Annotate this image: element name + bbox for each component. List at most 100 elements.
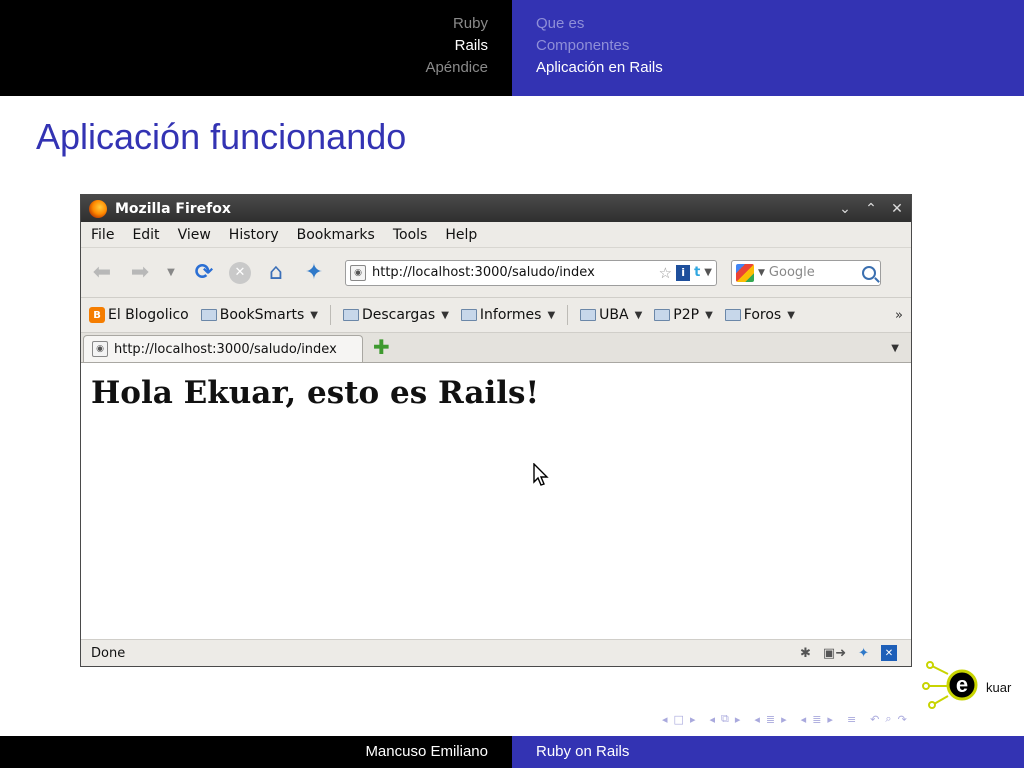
section-icon[interactable]: ≣: [812, 713, 821, 726]
section-ruby[interactable]: Ruby: [0, 13, 488, 35]
firefox-logo-icon: [89, 199, 107, 218]
chevron-down-icon: ▼: [547, 309, 556, 321]
menu-tools[interactable]: Tools: [393, 227, 428, 243]
slide-icon[interactable]: ⧉: [721, 712, 729, 726]
twitter-icon[interactable]: t: [694, 265, 700, 280]
chevron-up-icon[interactable]: ⌃: [865, 201, 877, 217]
new-tab-button[interactable]: ✚: [373, 335, 390, 359]
chevron-down-icon: ▼: [310, 309, 318, 321]
home-button[interactable]: ⌂: [263, 260, 289, 286]
folder-icon: [654, 309, 671, 321]
bookmark-star-icon[interactable]: ☆: [659, 264, 672, 282]
page-favicon-icon: ◉: [92, 341, 108, 357]
section-rails[interactable]: Rails: [0, 35, 488, 57]
tab-active[interactable]: ◉ http://localhost:3000/saludo/index: [83, 335, 363, 362]
chevron-down-icon[interactable]: ⌄: [839, 201, 851, 217]
delicious-icon[interactable]: ✕: [881, 645, 897, 661]
url-input[interactable]: http://localhost:3000/saludo/index: [372, 265, 659, 280]
section-nav: Ruby Rails Apéndice: [0, 0, 512, 96]
bookmark-separator: [329, 305, 331, 325]
subsection-aplicacion[interactable]: Aplicación en Rails: [536, 57, 1024, 79]
document-icon[interactable]: ≡: [847, 713, 856, 726]
bookmarks-overflow-button[interactable]: »: [895, 308, 903, 323]
google-icon[interactable]: [736, 263, 754, 282]
bookmark-descargas[interactable]: Descargas ▼: [342, 307, 449, 323]
status-bar: Done ✱ ▣➜ ✦ ✕: [81, 639, 911, 666]
url-dropdown-icon[interactable]: ▼: [704, 267, 712, 278]
logo-letter: e: [956, 672, 968, 697]
bird-addon-icon[interactable]: ✦: [858, 646, 869, 661]
footer-author: Mancuso Emiliano: [0, 736, 512, 768]
folder-icon: [200, 309, 217, 321]
bookmark-foros[interactable]: Foros ▼: [724, 307, 795, 323]
search-engine-dropdown-icon[interactable]: ▼: [758, 268, 765, 278]
prev-section-icon[interactable]: ◂: [801, 713, 807, 726]
bookmark-label: P2P: [673, 307, 700, 323]
bookmark-uba[interactable]: UBA ▼: [580, 307, 642, 323]
close-icon[interactable]: ✕: [891, 201, 903, 217]
next-section-icon[interactable]: ▸: [827, 713, 833, 726]
prev-frame-icon[interactable]: ◂: [662, 713, 668, 726]
search-icon[interactable]: [862, 265, 876, 280]
frame-title: Aplicación funcionando: [36, 116, 407, 157]
folder-icon: [724, 309, 741, 321]
subsection-icon[interactable]: ≣: [766, 713, 775, 726]
prev-subsection-icon[interactable]: ◂: [754, 713, 760, 726]
menu-view[interactable]: View: [178, 227, 211, 243]
reload-button[interactable]: ⟳: [191, 260, 217, 286]
menu-file[interactable]: File: [91, 227, 114, 243]
bookmark-label: UBA: [599, 307, 629, 323]
prev-slide-icon[interactable]: ◂: [709, 713, 715, 726]
menu-bookmarks[interactable]: Bookmarks: [297, 227, 375, 243]
section-apendice[interactable]: Apéndice: [0, 57, 488, 79]
bookmark-label: Foros: [743, 307, 782, 323]
next-subsection-icon[interactable]: ▸: [781, 713, 787, 726]
forward-icon[interactable]: ↷: [898, 713, 907, 726]
slide-footer: Mancuso Emiliano Ruby on Rails: [0, 736, 1024, 768]
bookmark-booksmarts[interactable]: BookSmarts ▼: [200, 307, 318, 323]
blogger-icon: B: [89, 307, 105, 323]
site-identity-icon[interactable]: ◉: [350, 264, 366, 281]
bookmark-informes[interactable]: Informes ▼: [460, 307, 556, 323]
bookmark-label: Informes: [479, 307, 542, 323]
slide-header: Ruby Rails Apéndice Que es Componentes A…: [0, 0, 1024, 96]
stop-button[interactable]: ✕: [229, 261, 251, 284]
search-icon[interactable]: ⌕: [885, 712, 891, 726]
subsection-que-es[interactable]: Que es: [536, 13, 1024, 35]
bookmark-p2p[interactable]: P2P ▼: [654, 307, 713, 323]
back-button[interactable]: ⬅: [89, 260, 115, 286]
status-text: Done: [91, 645, 126, 661]
bookmark-label: BookSmarts: [219, 307, 305, 323]
menu-history[interactable]: History: [229, 227, 279, 243]
chevron-down-icon: ▼: [705, 309, 713, 321]
navigation-toolbar: ⬅ ➡ ▼ ⟳ ✕ ⌂ ✦ ◉ http://localhost:3000/sa…: [81, 248, 911, 298]
frame-icon[interactable]: □: [674, 713, 684, 726]
footer-title: Ruby on Rails: [512, 736, 1024, 768]
next-frame-icon[interactable]: ▸: [690, 713, 696, 726]
menu-bar: File Edit View History Bookmarks Tools H…: [81, 222, 911, 248]
bug-icon[interactable]: ✱: [800, 646, 811, 661]
back-icon[interactable]: ↶: [870, 713, 879, 726]
mouse-pointer-icon: [533, 463, 549, 486]
next-slide-icon[interactable]: ▸: [735, 713, 741, 726]
search-input[interactable]: Google: [769, 265, 862, 280]
history-dropdown-icon[interactable]: ▼: [165, 260, 177, 286]
url-bar[interactable]: ◉ http://localhost:3000/saludo/index ☆ i…: [345, 259, 717, 286]
menu-help[interactable]: Help: [445, 227, 477, 243]
bird-addon-icon[interactable]: ✦: [301, 260, 327, 286]
page-content: Hola Ekuar, esto es Rails!: [81, 363, 911, 639]
list-tabs-button[interactable]: ▼: [891, 343, 899, 354]
chevron-down-icon: ▼: [634, 309, 643, 321]
bookmark-el-blogolico[interactable]: B El Blogolico: [89, 307, 189, 323]
info-icon[interactable]: i: [676, 264, 691, 281]
chevron-down-icon: ▼: [787, 309, 795, 321]
firefox-window: Mozilla Firefox ⌄ ⌃ ✕ File Edit View His…: [80, 194, 912, 667]
menu-edit[interactable]: Edit: [132, 227, 159, 243]
page-heading: Hola Ekuar, esto es Rails!: [91, 375, 540, 411]
camera-icon[interactable]: ▣➜: [823, 646, 846, 661]
forward-button[interactable]: ➡: [127, 260, 153, 286]
search-bar[interactable]: ▼ Google: [731, 259, 881, 286]
bookmarks-toolbar: B El Blogolico BookSmarts ▼ Descargas ▼ …: [81, 298, 911, 333]
subsection-componentes[interactable]: Componentes: [536, 35, 1024, 57]
bookmark-label: Descargas: [361, 307, 436, 323]
